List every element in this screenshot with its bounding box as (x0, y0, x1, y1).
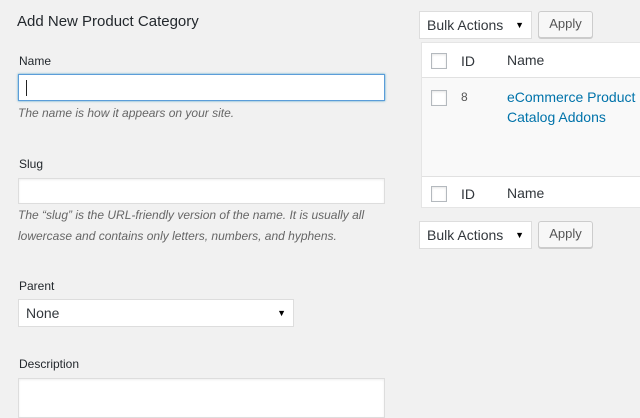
slug-label: Slug (19, 157, 44, 171)
column-header-name[interactable]: Name (507, 52, 544, 68)
description-textarea[interactable] (18, 378, 385, 418)
name-input[interactable] (18, 74, 385, 101)
category-name-link-line-1[interactable]: eCommerce Product (507, 87, 635, 108)
dropdown-arrow-icon: ▼ (277, 308, 286, 318)
name-help-text: The name is how it appears on your site. (18, 106, 235, 120)
bulk-actions-select-bottom[interactable]: Bulk Actions ▼ (419, 221, 532, 249)
column-footer-name[interactable]: Name (507, 185, 544, 201)
slug-help-line-1: The “slug” is the URL-friendly version o… (18, 208, 365, 222)
row-checkbox[interactable] (431, 90, 447, 106)
dropdown-arrow-icon: ▼ (515, 20, 524, 30)
category-name-link-line-2[interactable]: Catalog Addons (507, 107, 606, 128)
name-label: Name (19, 54, 52, 68)
parent-label: Parent (19, 279, 55, 293)
slug-input[interactable] (18, 178, 385, 204)
table-footer-divider (422, 176, 640, 177)
column-header-id[interactable]: ID (461, 53, 475, 69)
bulk-actions-select-top[interactable]: Bulk Actions ▼ (419, 11, 532, 39)
select-all-checkbox[interactable] (431, 53, 447, 69)
row-id: 8 (461, 90, 468, 104)
select-all-checkbox-footer[interactable] (431, 186, 447, 202)
slug-help-line-2: lowercase and contains only letters, num… (18, 229, 337, 243)
bulk-actions-bottom-value: Bulk Actions (427, 227, 504, 243)
parent-select[interactable]: None ▼ (18, 299, 294, 327)
categories-table: ID Name 8 eCommerce Product Catalog Addo… (421, 42, 640, 208)
apply-button-top[interactable]: Apply (538, 11, 593, 38)
parent-select-value: None (26, 305, 60, 321)
column-footer-id[interactable]: ID (461, 186, 475, 202)
form-title: Add New Product Category (17, 13, 199, 30)
text-caret (26, 80, 27, 96)
description-label: Description (19, 357, 80, 371)
apply-button-bottom[interactable]: Apply (538, 221, 593, 248)
dropdown-arrow-icon: ▼ (515, 230, 524, 240)
bulk-actions-top-value: Bulk Actions (427, 17, 504, 33)
